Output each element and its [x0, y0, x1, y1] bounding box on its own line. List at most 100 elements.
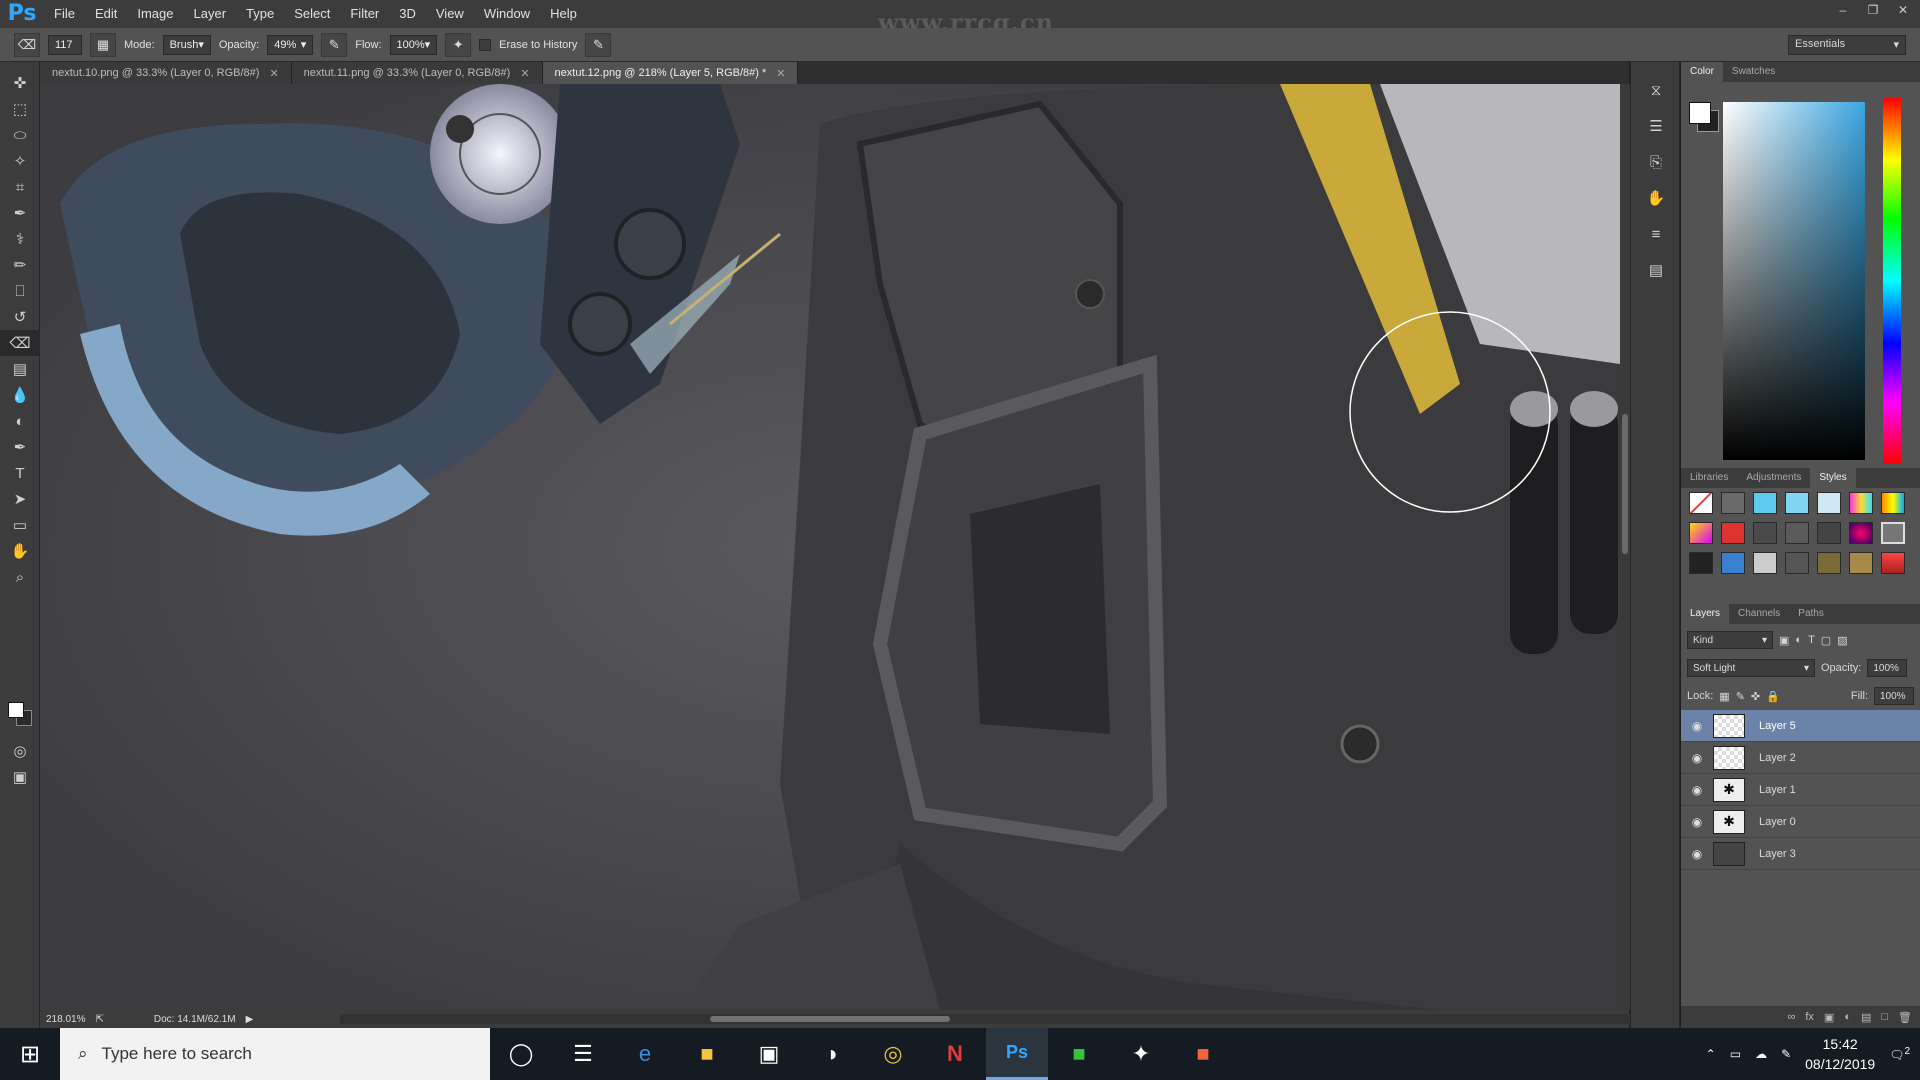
delete-layer-icon[interactable]: 🗑 [1898, 1011, 1912, 1024]
info-panel-icon[interactable]: ▤ [1631, 252, 1681, 288]
layer-row[interactable]: ◉ Layer 2 [1681, 742, 1920, 774]
brush-panel-icon[interactable]: ✋ [1631, 180, 1681, 216]
gradient-tool-icon[interactable]: ▤ [0, 356, 40, 382]
healing-brush-tool-icon[interactable]: ⚕ [0, 226, 40, 252]
menu-layer[interactable]: Layer [184, 0, 237, 28]
visibility-eye-icon[interactable]: ◉ [1681, 751, 1713, 765]
lock-position-icon[interactable]: ✜ [1751, 690, 1760, 703]
color-field[interactable] [1723, 102, 1865, 460]
stamp-tool-icon[interactable]: ⎕ [0, 278, 40, 304]
tab-layers[interactable]: Layers [1681, 604, 1730, 624]
paint-icon[interactable]: ◑ [800, 1028, 862, 1080]
orange-app-icon[interactable]: ■ [1172, 1028, 1234, 1080]
blend-mode-select[interactable]: Soft Light ▾ [1687, 659, 1815, 677]
hue-slider[interactable] [1883, 98, 1901, 464]
battery-icon[interactable]: ▭ [1730, 1047, 1741, 1061]
minimize-icon[interactable]: – [1832, 1, 1854, 19]
canvas-horizontal-scrollbar[interactable] [340, 1014, 1630, 1024]
style-swatch[interactable] [1849, 552, 1873, 574]
menu-window[interactable]: Window [474, 0, 540, 28]
task-view-icon[interactable]: ☰ [552, 1028, 614, 1080]
style-swatch[interactable] [1689, 522, 1713, 544]
file-explorer-icon[interactable]: ■ [676, 1028, 738, 1080]
style-swatch[interactable] [1721, 492, 1745, 514]
layer-opacity-field[interactable]: 100% [1867, 659, 1908, 677]
foreground-color-swatch[interactable] [1689, 102, 1711, 124]
notification-icon[interactable]: 🗨2 [1889, 1046, 1910, 1062]
new-layer-icon[interactable]: □ [1881, 1011, 1888, 1023]
menu-filter[interactable]: Filter [340, 0, 389, 28]
flow-field[interactable]: 100% ▾ [389, 34, 438, 55]
layer-row[interactable]: ◉ ✱ Layer 0 [1681, 806, 1920, 838]
edge-browser-icon[interactable]: e [614, 1028, 676, 1080]
eraser-preset-icon[interactable]: ⌫ [14, 32, 40, 57]
style-swatch[interactable] [1689, 552, 1713, 574]
network-icon[interactable]: ☁ [1755, 1047, 1767, 1061]
style-swatch[interactable] [1689, 492, 1713, 514]
eraser-tool-icon[interactable]: ⌫ [0, 330, 40, 356]
document-canvas[interactable] [40, 84, 1620, 1010]
adjustment-layer-icon[interactable]: ◐ [1844, 1011, 1851, 1023]
menu-select[interactable]: Select [284, 0, 340, 28]
tab-swatches[interactable]: Swatches [1723, 62, 1784, 82]
link-layers-icon[interactable]: ∞ [1788, 1011, 1796, 1023]
style-swatch[interactable] [1753, 552, 1777, 574]
zoom-tool-icon[interactable]: ⌕ [0, 564, 40, 590]
style-swatch[interactable] [1817, 492, 1841, 514]
pen-tool-icon[interactable]: ✒ [0, 434, 40, 460]
history-panel-icon[interactable]: ⧖ [1631, 72, 1681, 108]
blur-tool-icon[interactable]: 💧 [0, 382, 40, 408]
pressure-opacity-icon[interactable]: ✎ [321, 32, 348, 57]
sketch-app-icon[interactable]: ✦ [1110, 1028, 1172, 1080]
pressure-size-icon[interactable]: ✎ [585, 32, 612, 57]
brush-presets-icon[interactable]: ≡ [1631, 216, 1681, 252]
filter-pixel-icon[interactable]: ▣ [1779, 634, 1789, 647]
chrome-icon[interactable]: ◎ [862, 1028, 924, 1080]
lock-transparency-icon[interactable]: ▦ [1719, 690, 1729, 703]
properties-panel-icon[interactable]: ☰ [1631, 108, 1681, 144]
close-icon[interactable]: ✕ [776, 67, 785, 80]
lasso-tool-icon[interactable]: ⬭ [0, 122, 40, 148]
layer-style-icon[interactable]: fx [1805, 1011, 1814, 1023]
lock-pixels-icon[interactable]: ✎ [1736, 690, 1745, 703]
style-swatch[interactable] [1753, 492, 1777, 514]
quick-select-tool-icon[interactable]: ✧ [0, 148, 40, 174]
store-icon[interactable]: ▣ [738, 1028, 800, 1080]
zoom-level[interactable]: 218.01% [46, 1014, 85, 1025]
scroll-thumb[interactable] [1622, 414, 1628, 554]
green-app-icon[interactable]: ■ [1048, 1028, 1110, 1080]
restore-icon[interactable]: ❐ [1862, 1, 1884, 19]
menu-view[interactable]: View [426, 0, 474, 28]
windows-start-icon[interactable]: ⊞ [0, 1028, 60, 1080]
doc-tab[interactable]: nextut.10.png @ 33.3% (Layer 0, RGB/8#) ✕ [40, 62, 292, 84]
tab-channels[interactable]: Channels [1729, 604, 1789, 624]
style-swatch[interactable] [1849, 522, 1873, 544]
canvas-vertical-scrollbar[interactable] [1620, 84, 1630, 1010]
hand-tool-icon[interactable]: ✋ [0, 538, 40, 564]
menu-image[interactable]: Image [127, 0, 183, 28]
tab-color[interactable]: Color [1681, 62, 1723, 82]
crop-tool-icon[interactable]: ⌗ [0, 174, 40, 200]
style-swatch[interactable] [1753, 522, 1777, 544]
quick-mask-icon[interactable]: ◎ [0, 738, 40, 764]
marquee-tool-icon[interactable]: ⬚ [0, 96, 40, 122]
style-swatch[interactable] [1785, 522, 1809, 544]
style-swatch[interactable] [1849, 492, 1873, 514]
brush-size-picker[interactable]: 117 [48, 34, 82, 55]
mode-select[interactable]: Brush ▾ [162, 34, 211, 55]
taskbar-search-box[interactable]: ⌕ Type here to search [60, 1028, 490, 1080]
brush-tool-icon[interactable]: ✏ [0, 252, 40, 278]
chevron-up-icon[interactable]: ⌃ [1706, 1047, 1716, 1061]
scroll-thumb[interactable] [710, 1016, 950, 1022]
move-tool-icon[interactable]: ✜ [0, 70, 40, 96]
filter-smart-object-icon[interactable]: ▨ [1837, 634, 1847, 647]
visibility-eye-icon[interactable]: ◉ [1681, 847, 1713, 861]
style-swatch[interactable] [1881, 522, 1905, 544]
screen-mode-icon[interactable]: ▣ [0, 764, 40, 790]
style-swatch[interactable] [1721, 522, 1745, 544]
tab-libraries[interactable]: Libraries [1681, 468, 1737, 488]
menu-3d[interactable]: 3D [389, 0, 426, 28]
tab-styles[interactable]: Styles [1810, 468, 1856, 488]
shape-tool-icon[interactable]: ▭ [0, 512, 40, 538]
foreground-color-swatch[interactable] [8, 702, 24, 718]
